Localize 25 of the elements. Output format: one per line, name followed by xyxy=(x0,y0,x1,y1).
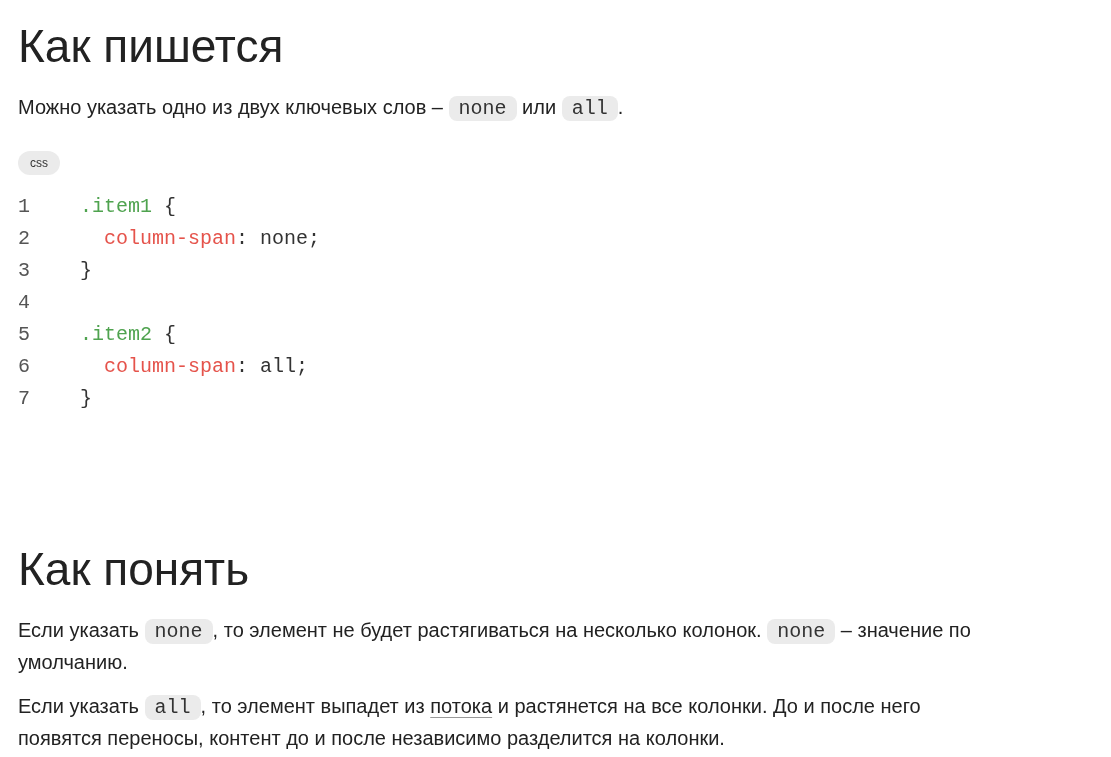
inline-code: none xyxy=(448,96,517,121)
line-number: 5 xyxy=(18,322,31,348)
code-line: .item2 { xyxy=(80,322,177,348)
code-line: } xyxy=(80,386,92,412)
inline-code: all xyxy=(144,695,201,720)
inline-code: none xyxy=(767,619,836,644)
paragraph: Если указать all , то элемент выпадет из потока и растянется на все колонки. До и после него появятся переносы, контент до и после независимо разделится на колонки. xyxy=(18,694,922,751)
code-line: column-span: all; xyxy=(103,354,309,380)
code-line: .item1 { xyxy=(80,194,177,220)
link[interactable]: потока xyxy=(430,695,493,717)
line-number: 6 xyxy=(18,354,31,380)
paragraph: Можно указать одно из двух ключевых слов – none или all . xyxy=(18,95,624,123)
language-badge: css xyxy=(18,151,60,175)
paragraph: Если указать none , то элемент не будет растягиваться на несколько колонок. none – значение по умолчанию. xyxy=(18,618,972,675)
line-number: 3 xyxy=(18,258,31,284)
section-heading: Как пишется xyxy=(18,19,285,74)
line-number: 4 xyxy=(18,290,31,316)
inline-code: all xyxy=(561,96,618,121)
line-number: 1 xyxy=(18,194,31,220)
line-number: 2 xyxy=(18,226,31,252)
section-heading: Как понять xyxy=(18,542,251,597)
code-line: } xyxy=(80,258,92,284)
line-number: 7 xyxy=(18,386,31,412)
code-line: column-span: none; xyxy=(103,226,321,252)
inline-code: none xyxy=(144,619,213,644)
